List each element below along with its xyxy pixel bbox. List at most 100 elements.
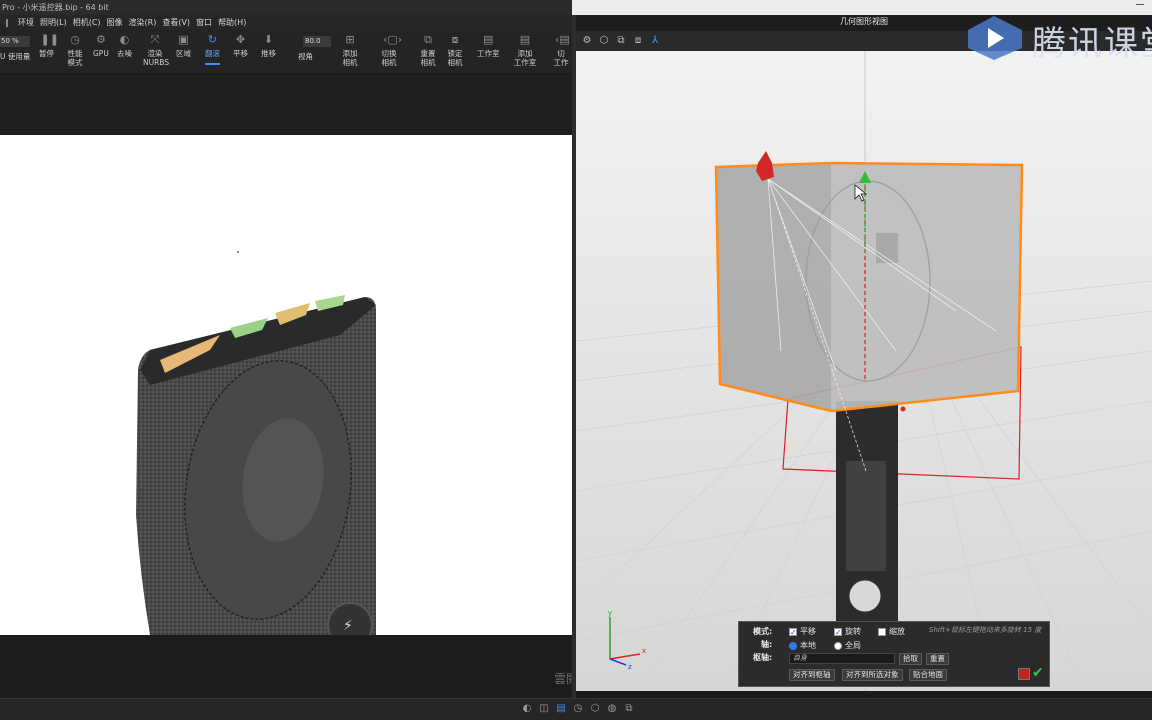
pan-icon: ✥ (235, 33, 246, 46)
toolbar-reset-camera[interactable]: ⧉ 重置 相机 (418, 34, 438, 68)
switch-camera-icon: ‹▢› (383, 33, 403, 46)
translate-label: 平移 (800, 627, 816, 636)
toolbar-performance[interactable]: ◷ 性能 模式 (64, 33, 86, 68)
add-studio-icon: ▤ (519, 33, 531, 46)
menu-image[interactable]: 图像 (107, 17, 123, 28)
cancel-icon[interactable] (1018, 668, 1030, 680)
reset-button[interactable]: 重置 (926, 653, 949, 665)
global-label: 全局 (845, 641, 861, 650)
confirm-check-icon[interactable]: ✔ (1032, 666, 1046, 680)
switch-studio-icon: ‹▤ (555, 34, 570, 46)
menu-environment[interactable]: 环境 (18, 17, 34, 28)
scale-checkbox[interactable]: 缩放 (878, 626, 905, 637)
svg-text:y: y (608, 609, 612, 617)
align-to-selected-button[interactable]: 对齐到所选对象 (842, 669, 903, 681)
toolbar-tumble[interactable]: ↻ 翻滚 (205, 33, 220, 65)
window-title: Pro - 小米遥控器.bip - 64 bit (0, 0, 572, 15)
toolbar-add-camera[interactable]: ⊞ 添加 相机 (340, 34, 360, 68)
global-radio-dot (834, 641, 842, 650)
axis-local-radio[interactable]: 本地 (789, 640, 816, 651)
geometry-viewport[interactable]: y x z (576, 51, 1152, 691)
toolbar-region-label: 区域 (176, 49, 191, 58)
render-viewport[interactable]: ⚡ (0, 135, 572, 635)
svg-text:z: z (628, 663, 632, 671)
mode-label: 模式: (753, 627, 773, 636)
menu-view[interactable]: 查看(V) (162, 17, 190, 28)
cube-view-icon[interactable]: ⬡ (597, 34, 611, 48)
performance-mode-icon: ◷ (70, 33, 80, 46)
toolbar-studio[interactable]: ▤ 工作室 (477, 33, 500, 59)
menu-lighting[interactable]: 照明(L) (40, 17, 67, 28)
menu-camera[interactable]: 相机(C) (73, 17, 101, 28)
rotate-checkbox[interactable]: ✓ 旋转 (834, 626, 861, 637)
toolbar-gpu-usage-label: U 使用量 (0, 52, 31, 61)
camera-view-icon[interactable]: ⧉ (614, 34, 628, 48)
pivot-input[interactable]: 自身 (789, 653, 895, 664)
menu-render[interactable]: 渲染(R) (129, 17, 157, 28)
toolbar-switch-studio-label: 切 工作 (553, 49, 569, 67)
render-mode-icon[interactable]: ◐ (521, 703, 533, 715)
toolbar-add-camera-label: 添加 相机 (342, 49, 358, 67)
toolbar-gpu[interactable]: ⚙ GPU (93, 34, 109, 59)
fov-field[interactable]: 80.0 (303, 36, 331, 47)
scale-check-box (878, 627, 886, 636)
toolbar-pause[interactable]: ❚❚ 暂停 (39, 33, 59, 59)
toolbar-performance-label: 性能 模式 (67, 49, 83, 67)
nurbs-icon: ⤧ (150, 33, 160, 46)
bottom-status-bar: ◐ ◫ ▤ ◷ ⬡ ◍ ⧉ (0, 698, 1152, 720)
split-view-icon[interactable]: ◫ (538, 703, 550, 715)
camera-icon[interactable]: ⧉ (623, 703, 635, 715)
display-mode-icon[interactable]: ⧈ (631, 34, 645, 48)
align-to-pivot-button[interactable]: 对齐到枢轴 (789, 669, 835, 681)
app-icon (6, 18, 12, 27)
menu-bar: 环境 照明(L) 相机(C) 图像 渲染(R) 查看(V) 窗口 帮助(H) (0, 15, 572, 30)
toolbar-lock-camera[interactable]: ⧇ 锁定 相机 (445, 34, 465, 68)
toolbar-tumble-label: 翻滚 (205, 49, 220, 58)
toolbar-fov[interactable]: 视角 (298, 52, 313, 61)
axis-gizmo-icon[interactable]: ⅄ (648, 34, 662, 48)
toolbar-pause-label: 暂停 (39, 49, 54, 58)
pick-button[interactable]: 拾取 (899, 653, 922, 665)
toolbar-gpu-label: GPU (93, 49, 109, 58)
toolbar-studio-label: 工作室 (477, 49, 500, 58)
toolbar-add-studio-label: 添加 工作室 (513, 49, 537, 67)
toolbar-reset-camera-label: 重置 相机 (420, 49, 436, 67)
zoom-field[interactable]: 50 % (0, 36, 30, 47)
history-icon[interactable]: ◷ (572, 703, 584, 715)
transform-panel: 模式: ✓ 平移 ✓ 旋转 缩放 Shift+鼠标左键拖动来多旋转 15 度 轴… (738, 621, 1050, 687)
toolbar-denoise[interactable]: ◐ 去噪 (117, 34, 132, 59)
toolbar-dolly[interactable]: ⬇ 推移 (261, 34, 276, 59)
toolbar-pan[interactable]: ✥ 平移 (233, 33, 248, 59)
snap-to-ground-button[interactable]: 贴合地面 (909, 669, 947, 681)
minimize-icon[interactable] (1136, 4, 1144, 5)
toolbar-region[interactable]: ▣ 区域 (176, 33, 191, 59)
environment-icon[interactable]: ◍ (606, 703, 618, 715)
material-icon[interactable]: ⬡ (589, 703, 601, 715)
svg-text:⚡: ⚡ (343, 618, 353, 634)
list-view-icon[interactable]: ▤ (555, 703, 567, 715)
settings-gear-icon[interactable]: ⚙ (580, 34, 594, 48)
geometry-bottom-strip (576, 691, 1152, 698)
toolbar-switch-camera[interactable]: ‹▢› 切换 相机 (378, 33, 403, 68)
title-bar-right (572, 0, 1152, 15)
translate-check-icon: ✓ (789, 627, 797, 637)
toolbar-add-studio[interactable]: ▤ 添加 工作室 (512, 33, 538, 68)
tumble-icon: ↻ (207, 33, 218, 46)
region-icon: ▣ (178, 33, 189, 46)
viewport-scene: y x z (576, 51, 1152, 691)
toolbar-pan-label: 平移 (233, 49, 248, 58)
translate-checkbox[interactable]: ✓ 平移 (789, 626, 816, 637)
axis-global-radio[interactable]: 全局 (834, 640, 861, 651)
toolbar-fov-label: 视角 (298, 52, 313, 61)
menu-window[interactable]: 窗口 (196, 17, 212, 28)
toolbar-switch-studio[interactable]: ‹▤ 切 工作 (552, 34, 570, 67)
toolbar-gpu-usage[interactable]: U 使用量 (0, 52, 30, 61)
toolbar-nurbs-label: 渲染 NURBS (143, 49, 170, 67)
render-bottom-area (0, 635, 572, 698)
rotate-hint: Shift+鼠标左键拖动来多旋转 15 度 (929, 626, 1042, 634)
toolbar-nurbs[interactable]: ⤧ 渲染 NURBS (143, 33, 170, 68)
studio-icon: ▤ (483, 33, 494, 46)
pause-icon: ❚❚ (40, 33, 59, 46)
menu-help[interactable]: 帮助(H) (218, 17, 246, 28)
toolbar-denoise-label: 去噪 (117, 49, 132, 58)
